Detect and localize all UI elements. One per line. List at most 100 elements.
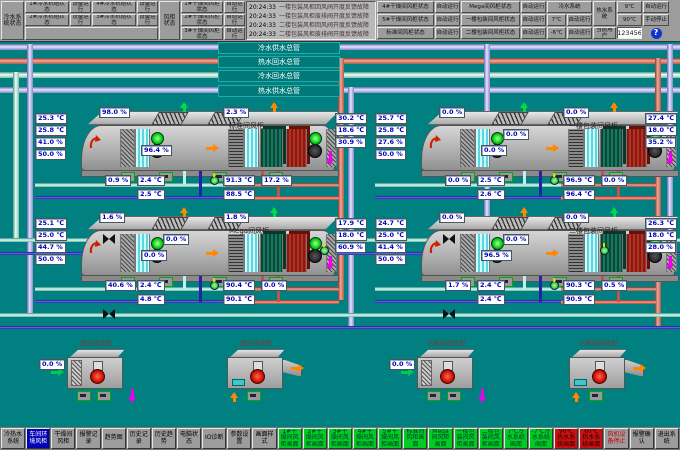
toolbar-button-5[interactable]: 趋势图 — [102, 428, 126, 449]
value-box: 0.0 % — [601, 175, 627, 186]
chiller-status-label: 1#冷水机组状态 — [25, 1, 69, 13]
toolbar-button-2[interactable]: 车间环境风柜 — [26, 428, 50, 449]
toolbar-button-15[interactable]: 4#干燥间风柜画面 — [353, 428, 377, 449]
value-box: 0.0 % — [141, 250, 167, 261]
alarm-time: 20:24:33 — [249, 30, 276, 39]
value-box: 96.4 ℃ — [563, 189, 595, 200]
system-status-grid: 4#干燥间风柜状态 自动运行 Mega间风柜状态 自动运行 冷水系统 热水系统 … — [377, 1, 678, 40]
fan-unit-exhaust-2[interactable]: 干燥间排风柜 — [567, 347, 629, 399]
toolbar-button-19[interactable]: 一楼包装间风柜画面 — [454, 428, 478, 449]
value-box: 0.0 % — [563, 107, 589, 118]
toolbar-button-4[interactable]: 报警记录 — [76, 428, 100, 449]
value-box: 25.1 ℃ — [35, 218, 67, 229]
alarm-time: 20:24:33 — [249, 21, 276, 30]
toolbar-button-21[interactable]: 7℃冷水系统画面 — [504, 428, 528, 449]
drop-pipe — [523, 276, 526, 289]
toolbar-button-24[interactable]: 60℃热水系统画面 — [579, 428, 603, 449]
alarm-text: 一楼包装风柜回风阀开度反馈故障 — [279, 3, 369, 12]
value-box: 0.0 % — [503, 129, 529, 140]
toolbar-button-8[interactable]: 电脑状态 — [177, 428, 201, 449]
damper-actuator[interactable] — [247, 391, 261, 401]
chiller-status-label: 2#冷水机组状态 — [25, 14, 69, 26]
valve-icon[interactable] — [210, 176, 219, 185]
fan-stopped-icon — [438, 361, 456, 387]
scada-screen: 冷水系统状态 1#冷水机组状态 设备运行 4#冷水机组状态 设备运行 2#冷水机… — [0, 0, 680, 450]
toolbar-button-27[interactable]: 退出系统 — [655, 428, 679, 449]
outlet-arrow-icon — [127, 389, 138, 402]
ahu-unit-floor1-packaging[interactable]: 一楼包装间风柜 25.7 ℃ 25.8 ℃ 27.6 % 50.0 % 0.0 … — [373, 103, 680, 205]
valve-icon[interactable] — [550, 281, 559, 290]
toolbar-button-1[interactable]: 冷热水系统 — [1, 428, 25, 449]
alarm-text: 一楼包装风柜废排阀开度反馈故障 — [279, 12, 369, 21]
ahu-status-value: 自动运行 — [521, 27, 546, 39]
ahu-unit-standard-room[interactable]: 标准间风柜 25.3 ℃ 25.8 ℃ 41.0 % 50.0 % 98.0 %… — [33, 103, 373, 205]
valve-icon[interactable] — [320, 246, 329, 255]
ahu-status-label: 3#干燥间风柜状态 — [181, 27, 223, 40]
toolbar-button-7[interactable]: 历史趋势 — [152, 428, 176, 449]
toolbar-button-12[interactable]: 1#干燥间风柜画面 — [278, 428, 302, 449]
fan-stopped-icon — [590, 361, 608, 387]
damper-actuator[interactable] — [77, 391, 91, 401]
toolbar-button-26[interactable]: 报警确认 — [630, 428, 654, 449]
drop-pipe — [199, 171, 202, 197]
ahu-status-value: 自动运行 — [435, 27, 460, 39]
return-air-arrow-icon — [88, 239, 102, 255]
drop-pipe — [539, 171, 542, 197]
value-box: 25.8 ℃ — [35, 125, 67, 136]
toolbar-button-18[interactable]: Mega间风柜画面 — [428, 428, 452, 449]
chiller-status-value: 设备运行 — [137, 1, 158, 13]
damper-actuator[interactable] — [427, 391, 441, 401]
value-box: 2.4 ℃ — [477, 280, 505, 291]
toolbar-button-25[interactable]: 风机设备停止 — [604, 428, 628, 449]
mixing-louver — [228, 234, 244, 272]
damper-actuator[interactable] — [589, 391, 603, 401]
value-box: 1.7 % — [445, 280, 471, 291]
toolbar-button-10[interactable]: 参数设置 — [227, 428, 251, 449]
toolbar-button-11[interactable]: 画面样式 — [252, 428, 276, 449]
filter-icon — [71, 360, 82, 386]
ahu-unit-floor2-packaging[interactable]: 二楼包装间风柜 24.7 ℃ 25.0 ℃ 41.4 % 50.0 % 0.0 … — [373, 208, 680, 310]
ahu-status-label: Mega间风柜状态 — [461, 1, 520, 13]
toolbar-button-13[interactable]: 2#干燥间风柜画面 — [303, 428, 327, 449]
valve-icon[interactable] — [600, 246, 609, 255]
fan-unit-exhaust-1[interactable]: 烘房排风柜 — [225, 347, 287, 399]
intake-vent-icon — [232, 379, 245, 386]
toolbar-button-9[interactable]: IO诊断 — [202, 428, 226, 449]
value-box: 0.0 % — [439, 212, 465, 223]
toolbar-button-6[interactable]: 历史记录 — [127, 428, 151, 449]
ahu-status-label: 二楼包装间风柜状态 — [461, 27, 520, 39]
damper-actuator[interactable] — [447, 391, 461, 401]
fan-unit-supply-1[interactable]: 烘房送风柜 0.0 % — [65, 347, 127, 399]
mixing-louver — [228, 129, 244, 167]
value-box: 0.0 % — [445, 175, 471, 186]
ahu-status-value: 自动运行 — [521, 14, 546, 26]
ahu-label: Mega间风柜 — [229, 226, 319, 236]
damper-actuator[interactable] — [97, 391, 111, 401]
cold-water-mode: 自动运行 — [567, 14, 592, 26]
value-box: 30.2 ℃ — [335, 113, 367, 124]
toolbar-button-16[interactable]: 5#干燥间风柜画面 — [378, 428, 402, 449]
mixing-louver — [568, 234, 584, 272]
ahu-body — [421, 125, 675, 171]
branch-pipe — [0, 313, 680, 317]
airflow-arrow-icon — [546, 248, 560, 259]
toolbar-button-20[interactable]: 二楼包装间风柜画面 — [479, 428, 503, 449]
toolbar-button-14[interactable]: 3#干燥间风柜画面 — [328, 428, 352, 449]
current-user-label: 当前用户 — [593, 27, 616, 39]
fan-unit-label: 干燥间排风柜 — [553, 337, 643, 347]
valve-icon[interactable] — [210, 281, 219, 290]
alarm-panel[interactable]: 20:24:33一楼包装风柜回风阀开度反馈故障20:24:33一楼包装风柜废排阀… — [246, 1, 376, 40]
fan-unit-supply-2[interactable]: 干燥间送风柜 0.0 % — [415, 347, 477, 399]
mixing-louver — [568, 129, 584, 167]
help-button[interactable]: ? — [651, 28, 662, 39]
toolbar-button-17[interactable]: 标准间风柜画面 — [403, 428, 427, 449]
current-user-box[interactable]: 123456 — [617, 27, 642, 39]
pump-icon — [443, 309, 455, 319]
toolbar-button-23[interactable]: 90℃热水系统画面 — [554, 428, 578, 449]
toolbar-button-3[interactable]: 干燥间风柜 — [51, 428, 75, 449]
ahu-unit-mega-room[interactable]: Mega间风柜 25.1 ℃ 25.0 ℃ 44.7 % 50.0 % 1.6 … — [33, 208, 373, 310]
value-box: 2.5 ℃ — [137, 189, 165, 200]
toolbar-button-22[interactable]: -7℃冷水系统画面 — [529, 428, 553, 449]
damper-louver — [460, 234, 475, 272]
valve-icon[interactable] — [550, 176, 559, 185]
